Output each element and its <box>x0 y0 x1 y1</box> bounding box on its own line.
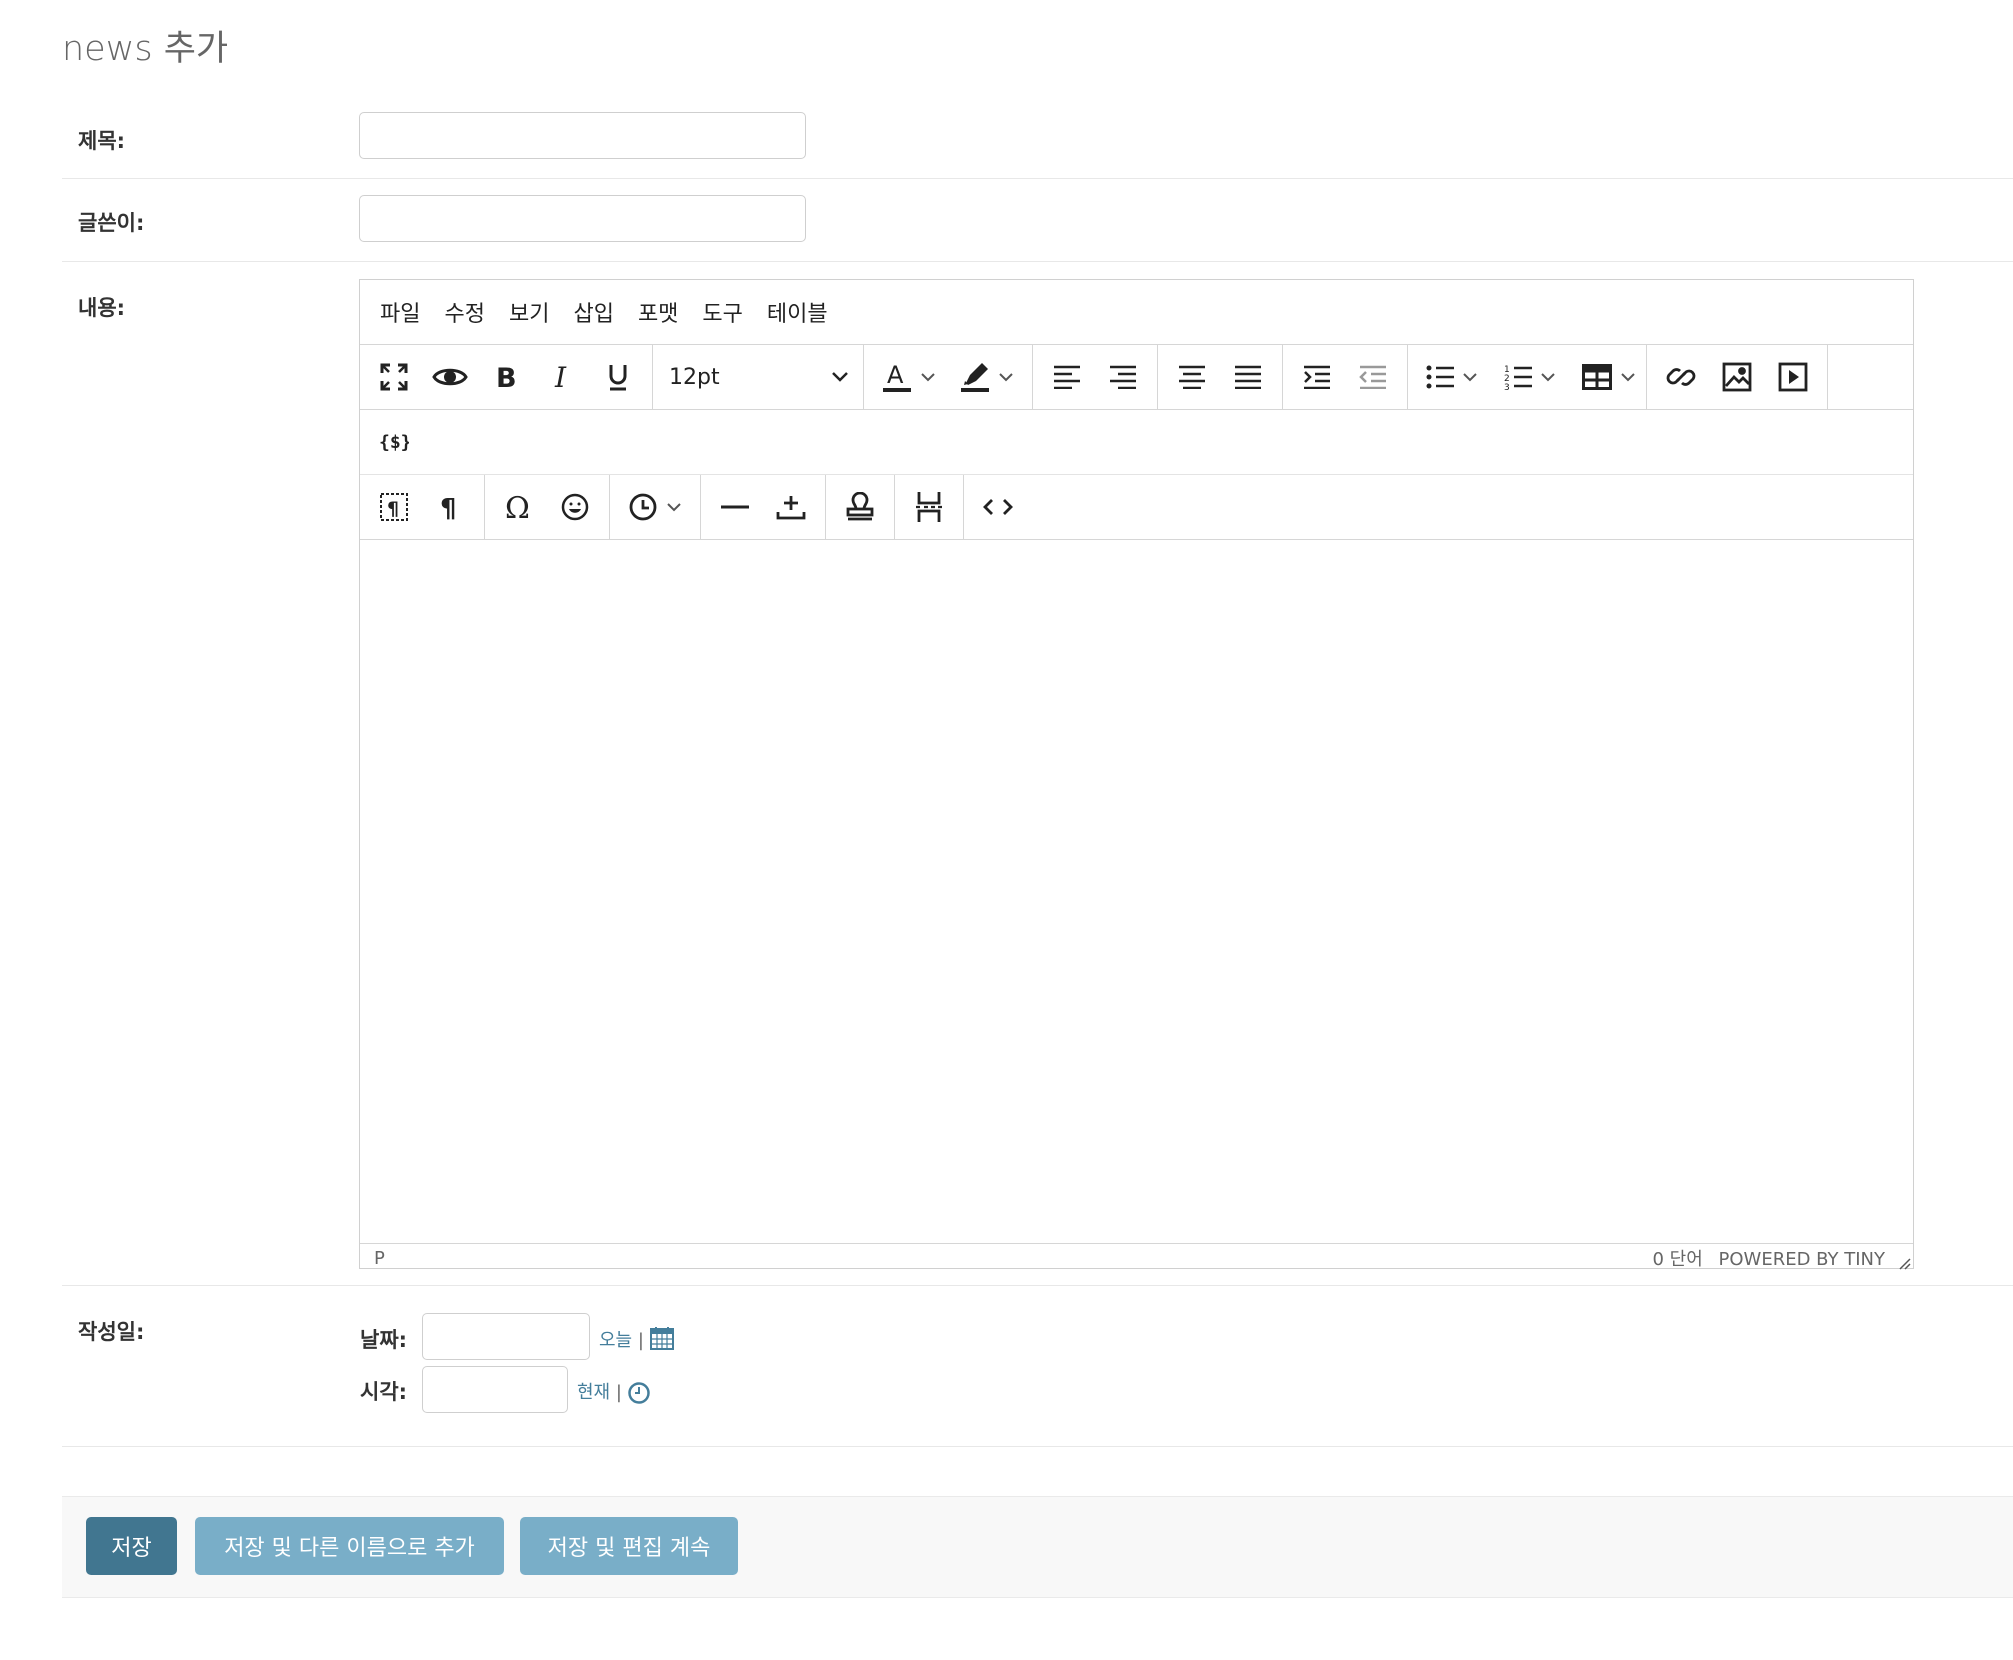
svg-text:¶: ¶ <box>387 498 399 520</box>
align-left-icon[interactable] <box>1039 345 1095 409</box>
toolbar-row-1: B I 12pt A 1 2 3 <box>360 345 1913 410</box>
status-right: 0 단어 POWERED BY TINY <box>1642 1245 1885 1271</box>
menu-table[interactable]: 테이블 <box>767 296 828 328</box>
date-row: 작성일: <box>62 1286 2013 1447</box>
date-input[interactable] <box>422 1313 590 1360</box>
font-size-select[interactable]: 12pt <box>653 345 863 409</box>
link-icon[interactable] <box>1653 345 1709 409</box>
time-input[interactable] <box>422 1366 568 1413</box>
time-separator: | <box>615 1382 622 1403</box>
toolbar-row-2: {$} <box>360 410 1913 475</box>
today-link[interactable]: 오늘 <box>599 1330 632 1351</box>
chevron-down-icon <box>832 372 848 382</box>
menu-insert[interactable]: 삽입 <box>573 296 613 328</box>
chevron-down-icon <box>1541 373 1555 382</box>
indent-icon[interactable] <box>1289 345 1345 409</box>
paragraph-mark-icon[interactable]: ¶ <box>422 475 478 539</box>
date-separator: | <box>637 1330 644 1351</box>
editor-content-area[interactable] <box>360 540 1913 1244</box>
powered-by-link[interactable]: POWERED BY TINY <box>1719 1249 1886 1270</box>
time-label: 시각: <box>360 1380 408 1404</box>
svg-text:B: B <box>496 364 517 390</box>
highlight-color-button[interactable] <box>948 345 1026 409</box>
time-shortcuts: 현재 | <box>577 1378 622 1404</box>
word-count: 0 단어 <box>1652 1249 1703 1270</box>
svg-text:{$}: {$} <box>379 432 409 453</box>
menu-edit[interactable]: 수정 <box>444 296 484 328</box>
title-row: 제목: <box>62 100 2013 179</box>
template-icon[interactable]: {$} <box>366 410 422 474</box>
content-label: 내용: <box>78 296 126 320</box>
text-color-icon: A <box>883 361 911 392</box>
media-icon[interactable] <box>1765 345 1821 409</box>
resize-handle-icon[interactable] <box>1897 1256 1911 1270</box>
calendar-icon[interactable] <box>650 1326 674 1350</box>
menu-view[interactable]: 보기 <box>509 296 549 328</box>
submit-row: 저장 저장 및 다른 이름으로 추가 저장 및 편집 계속 <box>62 1496 2013 1598</box>
page-title: news 추가 <box>62 29 229 69</box>
title-label: 제목: <box>78 129 126 153</box>
text-color-button[interactable]: A <box>870 345 948 409</box>
italic-icon[interactable]: I <box>534 345 590 409</box>
editor-statusbar: P 0 단어 POWERED BY TINY <box>360 1244 1913 1272</box>
align-justify-icon[interactable] <box>1220 345 1276 409</box>
date-field-label: 작성일: <box>78 1320 145 1344</box>
svg-text:3: 3 <box>1504 383 1510 391</box>
svg-text:A: A <box>887 361 904 389</box>
menu-tools[interactable]: 도구 <box>702 296 742 328</box>
datetime-icon <box>629 493 657 521</box>
bold-icon[interactable]: B <box>478 345 534 409</box>
font-size-value: 12pt <box>669 364 720 390</box>
visual-blocks-icon[interactable]: ¶ <box>366 475 422 539</box>
svg-text:I: I <box>554 364 567 390</box>
save-add-another-button[interactable]: 저장 및 다른 이름으로 추가 <box>195 1517 504 1575</box>
clock-icon[interactable] <box>628 1382 650 1404</box>
special-char-icon[interactable]: Ω <box>491 475 547 539</box>
outdent-icon[interactable] <box>1345 345 1401 409</box>
preview-icon[interactable] <box>422 345 478 409</box>
date-shortcuts: 오늘 | <box>599 1326 644 1352</box>
page-break-icon[interactable] <box>901 475 957 539</box>
date-label: 날짜: <box>360 1328 408 1352</box>
chevron-down-icon <box>921 373 935 382</box>
chevron-down-icon <box>999 373 1013 382</box>
author-label: 글쓴이: <box>78 211 145 235</box>
datetime-button[interactable] <box>616 475 694 539</box>
now-link[interactable]: 현재 <box>577 1382 610 1403</box>
chevron-down-icon <box>667 503 681 512</box>
chevron-down-icon <box>1621 373 1635 382</box>
insert-anchor-icon[interactable] <box>763 475 819 539</box>
menu-file[interactable]: 파일 <box>380 296 420 328</box>
highlight-icon <box>961 363 989 392</box>
underline-icon[interactable] <box>590 345 646 409</box>
image-icon[interactable] <box>1709 345 1765 409</box>
chevron-down-icon <box>1463 373 1477 382</box>
numbered-list-icon: 123 <box>1504 365 1532 391</box>
align-center-icon[interactable] <box>1164 345 1220 409</box>
code-icon[interactable] <box>970 475 1026 539</box>
fullscreen-icon[interactable] <box>366 345 422 409</box>
title-input[interactable] <box>359 112 806 159</box>
svg-text:¶: ¶ <box>440 494 457 521</box>
element-path[interactable]: P <box>374 1248 385 1269</box>
horizontal-rule-icon[interactable] <box>707 475 763 539</box>
toolbar-row-3: ¶ ¶ Ω <box>360 475 1913 540</box>
rich-text-editor: 파일 수정 보기 삽입 포맷 도구 테이블 B I 12pt A 1 2 3 {… <box>359 279 1914 1272</box>
align-right-icon[interactable] <box>1095 345 1151 409</box>
menu-format[interactable]: 포맷 <box>638 296 678 328</box>
bullet-list-icon <box>1426 365 1454 389</box>
stamp-icon[interactable] <box>832 475 888 539</box>
table-button[interactable] <box>1570 345 1640 409</box>
table-icon <box>1582 364 1612 390</box>
save-continue-button[interactable]: 저장 및 편집 계속 <box>520 1517 738 1575</box>
author-input[interactable] <box>359 195 806 242</box>
bullet-list-button[interactable] <box>1414 345 1492 409</box>
numbered-list-button[interactable]: 123 <box>1492 345 1570 409</box>
emoji-icon[interactable] <box>547 475 603 539</box>
author-row: 글쓴이: <box>62 179 2013 262</box>
save-button[interactable]: 저장 <box>86 1517 177 1575</box>
svg-text:Ω: Ω <box>505 492 530 522</box>
editor-menubar: 파일 수정 보기 삽입 포맷 도구 테이블 <box>360 280 1913 345</box>
